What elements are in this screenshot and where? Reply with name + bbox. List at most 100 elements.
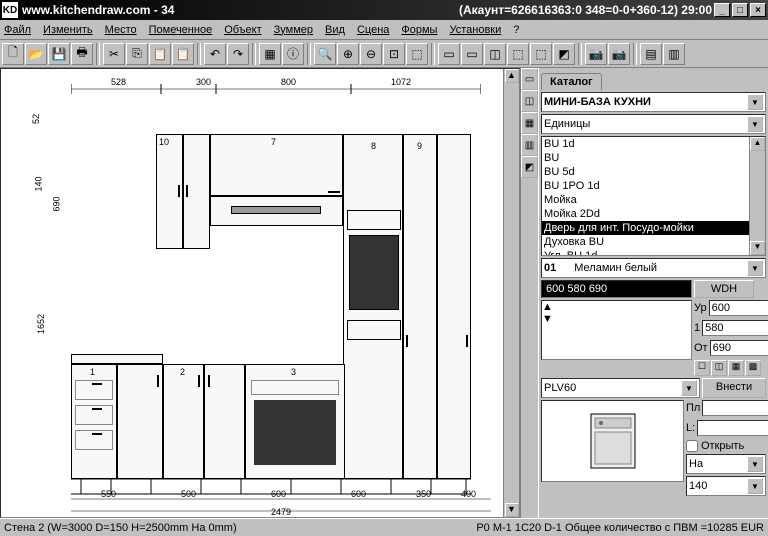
view6-icon[interactable]: ◩ bbox=[553, 43, 575, 65]
list-item[interactable]: Мойка bbox=[542, 193, 765, 207]
camera2-icon[interactable]: 📷 bbox=[608, 43, 630, 65]
sidetab-3[interactable]: ▦ bbox=[521, 112, 538, 134]
paste-icon[interactable]: 📋 bbox=[149, 43, 171, 65]
dims-selected[interactable]: 600 580 690 bbox=[541, 280, 692, 298]
list-item[interactable]: BU 1d bbox=[542, 137, 765, 151]
chevron-down-icon[interactable]: ▼ bbox=[747, 94, 763, 110]
zoomfit-icon[interactable]: ⊡ bbox=[383, 43, 405, 65]
cut-icon[interactable]: ✂ bbox=[103, 43, 125, 65]
zoomwin-icon[interactable]: ⬚ bbox=[406, 43, 428, 65]
vertical-scrollbar[interactable]: ▲ ▼ bbox=[503, 69, 519, 517]
menu-settings[interactable]: Установки bbox=[449, 24, 501, 36]
model-select[interactable]: PLV60▼ bbox=[541, 378, 700, 398]
tool3-icon[interactable]: ▥ bbox=[663, 43, 685, 65]
menu-file[interactable]: Файл bbox=[4, 24, 31, 36]
view4-icon[interactable]: ⬚ bbox=[507, 43, 529, 65]
scroll-up-icon[interactable]: ▲ bbox=[750, 137, 765, 151]
title-text: www.kitchendraw.com - 34 bbox=[22, 3, 174, 17]
list-item[interactable]: BU 5d bbox=[542, 165, 765, 179]
menu-bar: Файл Изменить Место Помеченное Объект Зу… bbox=[0, 20, 768, 40]
view5-icon[interactable]: ⬚ bbox=[530, 43, 552, 65]
sidetab-4[interactable]: ▥ bbox=[521, 134, 538, 156]
dims-list[interactable]: ▲▼ bbox=[541, 300, 692, 360]
sidetab-2[interactable]: ◫ bbox=[521, 90, 538, 112]
sidetab-1[interactable]: ▭ bbox=[521, 68, 538, 90]
depth-input[interactable] bbox=[710, 340, 768, 356]
info-icon[interactable]: ⓘ bbox=[282, 43, 304, 65]
app-logo: KD bbox=[2, 2, 18, 18]
scroll-down-icon[interactable]: ▼ bbox=[750, 241, 765, 255]
close-button[interactable]: × bbox=[750, 3, 766, 17]
height-input[interactable] bbox=[702, 320, 768, 336]
posval-select[interactable]: 140▼ bbox=[686, 476, 766, 496]
menu-place[interactable]: Место bbox=[105, 24, 137, 36]
sidetab-5[interactable]: ◩ bbox=[521, 156, 538, 178]
list-item[interactable]: Духовка BU bbox=[542, 235, 765, 249]
title-bar: KD www.kitchendraw.com - 34 (Акаунт=6266… bbox=[0, 0, 768, 20]
view3-icon[interactable]: ◫ bbox=[484, 43, 506, 65]
scroll-up-icon[interactable]: ▲ bbox=[505, 69, 519, 83]
menu-object[interactable]: Объект bbox=[224, 24, 261, 36]
status-left: Стена 2 (W=3000 D=150 H=2500mm На 0mm) bbox=[4, 522, 237, 534]
menu-forms[interactable]: Формы bbox=[401, 24, 437, 36]
tool2-icon[interactable]: ▤ bbox=[640, 43, 662, 65]
account-info: (Акаунт=626616363:0 348=0-0+360-12) 29:0… bbox=[459, 3, 712, 17]
zoomout-icon[interactable]: ⊖ bbox=[360, 43, 382, 65]
find-icon[interactable]: 🔍 bbox=[314, 43, 336, 65]
save-icon[interactable]: 💾 bbox=[48, 43, 70, 65]
menu-edit[interactable]: Изменить bbox=[43, 24, 93, 36]
opt1-icon[interactable]: ☐ bbox=[694, 360, 710, 376]
dim-line-top bbox=[71, 84, 481, 94]
wdh-button[interactable]: WDH bbox=[694, 280, 754, 298]
menu-scene[interactable]: Сцена bbox=[357, 24, 389, 36]
menu-help[interactable]: ? bbox=[513, 24, 519, 36]
pos-select[interactable]: На▼ bbox=[686, 454, 766, 474]
db-select[interactable]: МИНИ-БАЗА КУХНИ▼ bbox=[541, 92, 766, 112]
insert-button[interactable]: Внести bbox=[702, 378, 766, 398]
list-item[interactable]: BU 1PO 1d bbox=[542, 179, 765, 193]
status-bar: Стена 2 (W=3000 D=150 H=2500mm На 0mm) P… bbox=[0, 518, 768, 536]
redo-icon[interactable]: ↷ bbox=[227, 43, 249, 65]
catalog-panel: Каталог МИНИ-БАЗА КУХНИ▼ Единицы▼ BU 1d … bbox=[538, 68, 768, 518]
finish-select[interactable]: 01 Меламин белый▼ bbox=[541, 258, 766, 278]
tool1-icon[interactable]: ▦ bbox=[259, 43, 281, 65]
zoomin-icon[interactable]: ⊕ bbox=[337, 43, 359, 65]
paste2-icon[interactable]: 📋 bbox=[172, 43, 194, 65]
list-item[interactable]: BU bbox=[542, 151, 765, 165]
l-input[interactable] bbox=[697, 420, 768, 436]
menu-marked[interactable]: Помеченное bbox=[149, 24, 213, 36]
list-item[interactable]: Мойка 2Dd bbox=[542, 207, 765, 221]
scroll-down-icon[interactable]: ▼ bbox=[505, 503, 519, 517]
chevron-down-icon[interactable]: ▼ bbox=[747, 116, 763, 132]
minimize-button[interactable]: _ bbox=[714, 3, 730, 17]
menu-view[interactable]: Вид bbox=[325, 24, 345, 36]
view2-icon[interactable]: ▭ bbox=[461, 43, 483, 65]
drawing-canvas[interactable]: 528 300 800 1072 52 140 690 1652 1932 10… bbox=[0, 68, 520, 518]
width-input[interactable] bbox=[709, 300, 768, 316]
copy-icon[interactable]: ⎘ bbox=[126, 43, 148, 65]
new-icon[interactable]: 🗋 bbox=[2, 43, 24, 65]
chevron-down-icon[interactable]: ▼ bbox=[747, 260, 763, 276]
preview-image bbox=[541, 400, 684, 482]
opt4-icon[interactable]: ▩ bbox=[745, 360, 761, 376]
menu-buzzer[interactable]: Зуммер bbox=[274, 24, 313, 36]
category-select[interactable]: Единицы▼ bbox=[541, 114, 766, 134]
items-list[interactable]: BU 1d BU BU 5d BU 1PO 1d Мойка Мойка 2Dd… bbox=[541, 136, 766, 256]
pl-input[interactable] bbox=[702, 400, 768, 416]
opt3-icon[interactable]: ▦ bbox=[728, 360, 744, 376]
list-item-selected[interactable]: Дверь для инт. Посудо-мойки bbox=[542, 221, 765, 235]
chevron-down-icon[interactable]: ▼ bbox=[681, 380, 697, 396]
toolbar: 🗋 📂 💾 🖶 ✂ ⎘ 📋 📋 ↶ ↷ ▦ ⓘ 🔍 ⊕ ⊖ ⊡ ⬚ ▭ ▭ ◫ … bbox=[0, 40, 768, 68]
camera-icon[interactable]: 📷 bbox=[585, 43, 607, 65]
maximize-button[interactable]: □ bbox=[732, 3, 748, 17]
list-item[interactable]: Угл. BU 1d bbox=[542, 249, 765, 256]
open-checkbox[interactable] bbox=[686, 440, 698, 452]
open-icon[interactable]: 📂 bbox=[25, 43, 47, 65]
opt2-icon[interactable]: ◫ bbox=[711, 360, 727, 376]
status-right: P0 M-1 1C20 D-1 Общее количество с ПВМ =… bbox=[476, 522, 764, 534]
undo-icon[interactable]: ↶ bbox=[204, 43, 226, 65]
catalog-tab[interactable]: Каталог bbox=[541, 73, 602, 90]
print-icon[interactable]: 🖶 bbox=[71, 43, 93, 65]
view1-icon[interactable]: ▭ bbox=[438, 43, 460, 65]
side-tabs: ▭ ◫ ▦ ▥ ◩ bbox=[520, 68, 538, 518]
